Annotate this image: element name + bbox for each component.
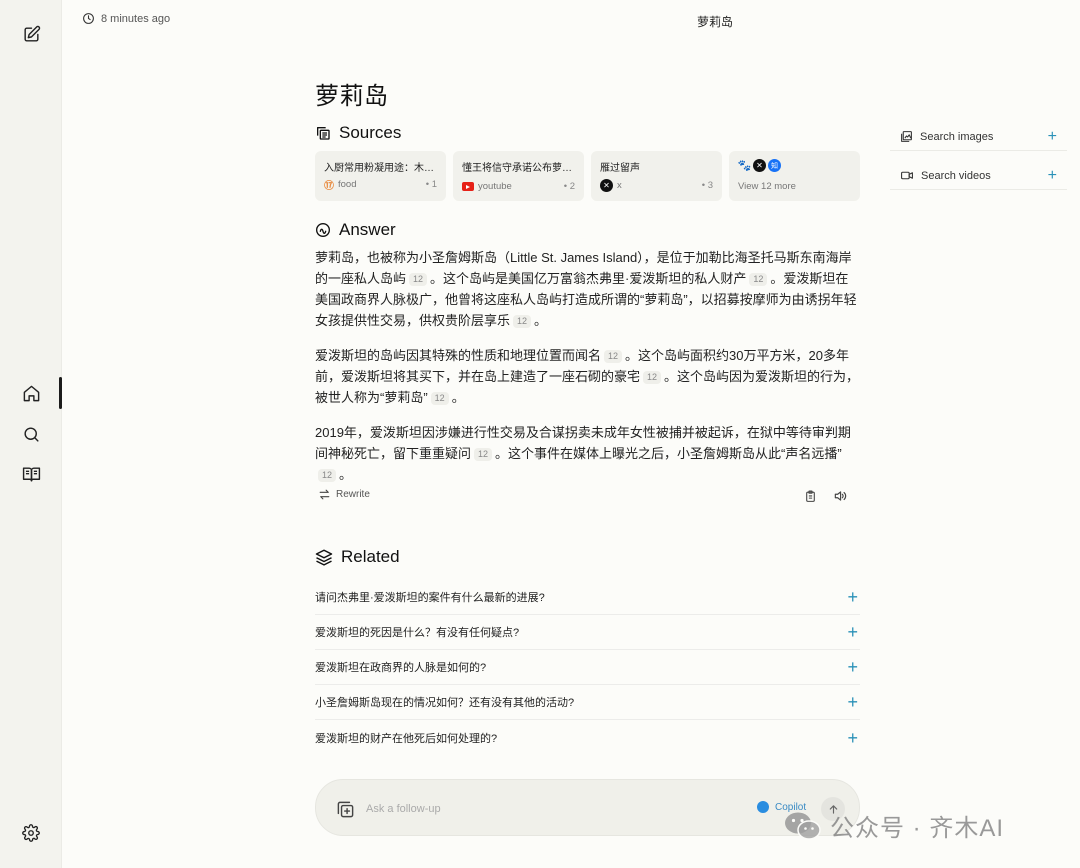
source-card[interactable]: 懂王将信守承诺公布萝莉... youtube • 2 [453,151,584,201]
answer-actions: Rewrite [315,486,860,506]
sidebar [0,0,62,868]
rewrite-label: Rewrite [336,489,370,500]
source-number: • 1 [425,179,437,190]
citation-badge[interactable]: 12 [318,469,337,482]
related-question[interactable]: 爱泼斯坦的死因是什么？有没有任何疑点? + [315,615,860,650]
citation-badge[interactable]: 12 [474,448,493,461]
plus-icon: + [847,727,858,748]
answer-label: Answer [339,220,396,239]
related-question-text: 爱泼斯坦的财产在他死后如何处理的? [315,732,498,745]
source-card[interactable]: 入厨常用粉凝用途：木薯... ⑰ food • 1 [315,151,446,201]
video-camera-icon [901,171,913,180]
answer-paragraph: 萝莉岛，也被称为小圣詹姆斯岛（Little St. James Island），… [315,250,857,328]
plus-icon: + [847,622,858,642]
youtube-icon [462,182,474,191]
time-ago-text: 8 minutes ago [101,12,171,25]
x-icon: ✕ [753,159,766,172]
read-aloud-speaker-icon[interactable] [832,488,848,504]
images-icon [901,131,912,142]
source-title: 懂王将信守承诺公布萝莉... [462,163,575,174]
active-indicator [59,377,62,409]
citation-badge[interactable]: 12 [513,315,532,328]
answer-paragraph: 爱泼斯坦的岛屿因其特殊的性质和地理位置而闻名 12 。这个岛屿面积约30万平方米，2… [315,348,860,405]
search-images-label: Search images [920,130,994,143]
settings-gear-icon[interactable] [19,821,43,845]
related-question-text: 请问杰弗里·爱泼斯坦的案件有什么最新的进展? [315,592,545,604]
sources-label: Sources [339,123,402,142]
search-images-button[interactable]: Search images + [890,123,1067,151]
view-more-sources[interactable]: 🐾 ✕ 知 View 12 more [729,151,860,201]
related-label: Related [341,547,400,566]
related-question[interactable]: 爱泼斯坦的财产在他死后如何处理的? + [315,720,860,755]
answer-logo-icon [316,223,330,237]
zhihu-icon: 知 [768,159,781,172]
source-number: • 3 [701,180,713,191]
watermark-text: 公众号 · 齐木AI [830,815,1005,842]
citation-badge[interactable]: 12 [430,392,449,405]
clock-icon [83,13,94,24]
food-icon: ⑰ [324,181,334,192]
citation-badge[interactable]: 12 [604,350,623,363]
plus-icon: + [1047,166,1057,184]
copilot-toggle-dot [757,801,769,813]
sources-heading: Sources [315,123,401,143]
related-question-text: 爱泼斯坦在政商界的人脉是如何的? [315,662,487,674]
baidu-icon: 🐾 [737,160,752,172]
followup-input[interactable] [366,798,726,820]
related-heading: Related [315,547,400,567]
citation-badge[interactable]: 12 [643,371,662,384]
discover-search-icon[interactable] [19,422,43,446]
search-videos-label: Search videos [921,169,991,182]
wechat-icon [785,812,821,840]
citation-badge[interactable]: 12 [749,273,768,286]
source-title: 雁过留声 [600,163,640,174]
rewrite-swap-icon [319,489,330,500]
thread-title: 萝莉岛 [696,15,733,29]
related-question[interactable]: 爱泼斯坦在政商界的人脉是如何的? + [315,650,860,685]
plus-icon: + [847,692,858,712]
related-question-text: 小圣詹姆斯岛现在的情况如何？还有没有其他的活动? [315,697,575,709]
answer-heading: Answer [315,220,396,240]
sources-list: 入厨常用粉凝用途：木薯... ⑰ food • 1 懂王将信守承诺公布萝莉...… [315,151,860,201]
home-icon[interactable] [19,381,43,405]
copy-clipboard-icon[interactable] [802,488,818,504]
thread-timestamp: 8 minutes ago [82,12,170,25]
search-videos-button[interactable]: Search videos + [890,162,1067,190]
related-question[interactable]: 请问杰弗里·爱泼斯坦的案件有什么最新的进展? + [315,580,860,615]
answer-paragraph: 2019年，爱泼斯坦因涉嫌进行性交易及合谋拐卖未成年女性被捕并被起诉，在狱中等待… [315,425,851,482]
x-icon: ✕ [600,179,613,192]
related-list: 请问杰弗里·爱泼斯坦的案件有什么最新的进展? + 爱泼斯坦的死因是什么？有没有任何… [315,580,860,755]
plus-icon: + [847,587,858,607]
plus-icon: + [847,657,858,677]
watermark: 公众号 · 齐木AI [784,808,1004,843]
source-site: food [338,179,357,190]
source-number: • 2 [563,181,575,192]
attach-add-icon[interactable] [334,798,356,820]
sources-copy-icon [317,127,330,140]
source-card[interactable]: 雁过留声 ✕ x • 3 [591,151,722,201]
rewrite-button[interactable]: Rewrite [318,488,370,501]
library-book-icon[interactable] [19,462,43,486]
answer-body: 萝莉岛，也被称为小圣詹姆斯岛（Little St. James Island），… [315,247,860,499]
page-title: 萝莉岛 [315,83,389,110]
related-layers-icon [315,549,333,566]
source-title: 入厨常用粉凝用途：木薯... [324,163,437,174]
source-site: youtube [478,181,512,192]
related-question[interactable]: 小圣詹姆斯岛现在的情况如何？还有没有其他的活动? + [315,685,860,720]
new-thread-icon[interactable] [19,22,43,46]
source-site: x [617,180,622,191]
citation-badge[interactable]: 12 [409,273,428,286]
plus-icon: + [1047,127,1057,145]
followup-bar: Copilot [315,779,860,836]
related-question-text: 爱泼斯坦的死因是什么？有没有任何疑点? [315,627,520,639]
view-more-label: View 12 more [738,181,796,192]
